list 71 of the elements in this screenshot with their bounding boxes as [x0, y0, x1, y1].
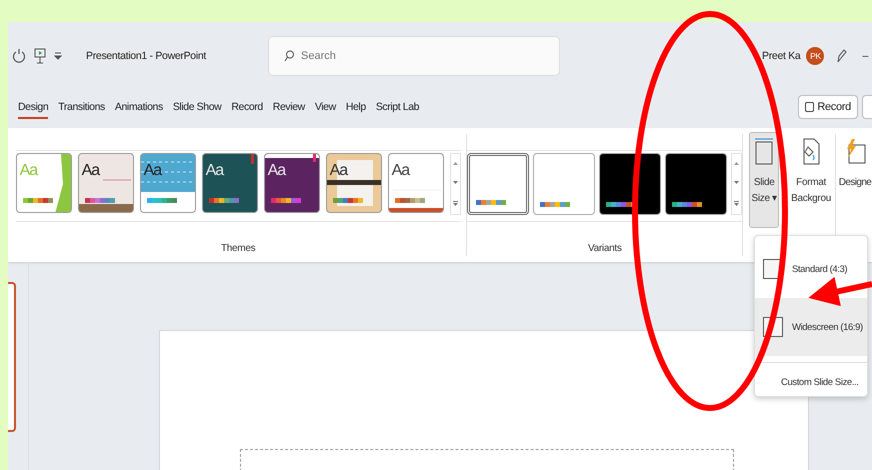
- theme-thumbnail[interactable]: Aa: [202, 153, 258, 213]
- user-name[interactable]: Preet Ka: [762, 50, 800, 62]
- ribbon-tab[interactable]: Transitions: [58, 96, 105, 118]
- minimize-button[interactable]: –: [862, 50, 868, 62]
- color-swatches: [146, 198, 177, 203]
- ribbon-tab[interactable]: Script Lab: [376, 96, 420, 118]
- variant-thumbnail[interactable]: [533, 153, 596, 215]
- annotation-arrow: [808, 276, 872, 306]
- ribbon-tab[interactable]: Record: [231, 96, 263, 118]
- search-icon: [284, 50, 294, 62]
- theme-thumbnail[interactable]: Aa: [388, 153, 444, 213]
- ribbon-tab[interactable]: Help: [346, 96, 366, 118]
- scroll-up-icon[interactable]: [734, 162, 740, 166]
- color-swatches: [22, 198, 53, 203]
- theme-sample: Aa: [330, 162, 348, 180]
- user-avatar[interactable]: PK: [806, 47, 824, 65]
- theme-sample: Aa: [82, 162, 100, 180]
- more-icon[interactable]: [452, 200, 458, 206]
- background-drawing: [388, 190, 443, 212]
- theme-thumbnail[interactable]: Aa: [140, 153, 196, 213]
- background-drawing: [250, 154, 254, 164]
- record-button[interactable]: Record: [798, 95, 858, 119]
- theme-sample: Aa: [144, 162, 162, 180]
- color-swatches: [540, 202, 570, 207]
- color-swatches: [332, 198, 363, 203]
- scroll-down-icon[interactable]: [452, 181, 458, 184]
- presenter-icon[interactable]: [34, 48, 46, 64]
- customize-icon[interactable]: [54, 51, 62, 61]
- ribbon-tab[interactable]: View: [314, 96, 336, 118]
- scroll-up-icon[interactable]: [452, 162, 458, 166]
- ribbon-tab[interactable]: Slide Show: [172, 96, 222, 118]
- theme-sample: Aa: [206, 162, 224, 180]
- designer-button[interactable]: Designe: [838, 132, 872, 228]
- background-drawing: [326, 160, 381, 206]
- menu-item[interactable]: Widescreen (16:9): [755, 298, 867, 356]
- color-swatches: [208, 198, 239, 203]
- menu-item[interactable]: Standard (4:3): [755, 240, 867, 298]
- format-background-button[interactable]: Format Backgrou: [789, 132, 833, 228]
- variant-thumbnail[interactable]: [599, 153, 662, 215]
- color-swatches: [672, 202, 702, 207]
- slide-size-button[interactable]: Slide Size ▾: [749, 132, 780, 228]
- window-title: Presentation1 - PowerPoint: [86, 50, 208, 62]
- color-swatches: [84, 198, 115, 203]
- theme-sample: Aa: [20, 162, 38, 180]
- menu-item[interactable]: Custom Slide Size...: [755, 362, 867, 388]
- background-drawing: [54, 154, 71, 212]
- ribbon-tab[interactable]: Design: [18, 96, 48, 118]
- theme-sample: Aa: [268, 162, 286, 180]
- group-label: Variants: [588, 243, 622, 254]
- group-label: Themes: [220, 243, 256, 254]
- background-drawing: [264, 154, 319, 162]
- more-icon[interactable]: [734, 200, 740, 206]
- background-drawing: [78, 180, 133, 212]
- pen-icon[interactable]: [836, 48, 848, 64]
- variant-thumbnail[interactable]: [665, 153, 728, 215]
- theme-thumbnail[interactable]: Aa: [326, 153, 382, 213]
- color-swatches: [270, 198, 301, 203]
- color-swatches: [476, 200, 506, 205]
- color-swatches: [394, 198, 425, 203]
- theme-thumbnail[interactable]: Aa: [78, 153, 134, 213]
- slide-thumbnail[interactable]: [8, 282, 16, 432]
- theme-sample: Aa: [392, 162, 410, 180]
- background-drawing: [140, 154, 195, 192]
- scroll-down-icon[interactable]: [734, 181, 740, 184]
- ribbon-tab[interactable]: Review: [272, 96, 305, 118]
- variant-thumbnail[interactable]: [467, 153, 530, 215]
- slide-size-icon: [753, 137, 776, 167]
- record-icon: [805, 102, 814, 112]
- theme-thumbnail[interactable]: Aa: [264, 153, 320, 213]
- ribbon-tab[interactable]: Animations: [114, 96, 163, 118]
- search-field[interactable]: Search: [268, 36, 560, 76]
